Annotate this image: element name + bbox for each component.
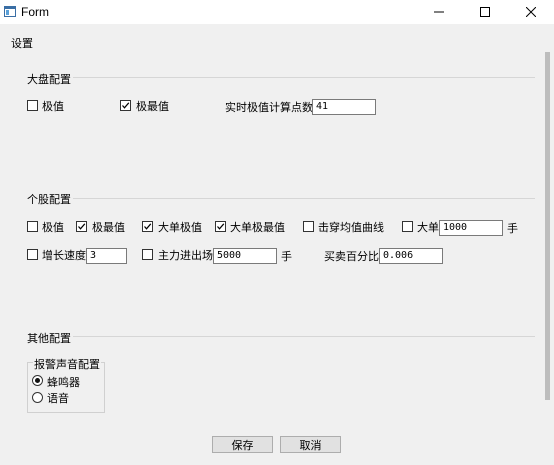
- big-order-unit: 手: [507, 222, 518, 235]
- section-other-title: 其他配置: [27, 332, 71, 345]
- buzzer-radio[interactable]: [32, 375, 43, 386]
- stock-extreme-checkbox[interactable]: [27, 221, 38, 232]
- big-order-extreme-checkbox[interactable]: [142, 221, 153, 232]
- stock-extreme-label: 极值: [42, 221, 64, 234]
- stock-max-extreme-label: 极最值: [92, 221, 125, 234]
- title-bar[interactable]: Form: [0, 0, 554, 24]
- voice-radio-label: 语音: [47, 392, 69, 405]
- market-extreme-checkbox[interactable]: [27, 100, 38, 111]
- app-icon: [4, 6, 16, 17]
- main-in-out-unit: 手: [281, 250, 292, 263]
- growth-speed-input[interactable]: 3: [86, 248, 127, 264]
- big-order-max-extreme-label: 大单极最值: [230, 221, 285, 234]
- buy-sell-pct-label: 买卖百分比: [324, 250, 379, 263]
- market-max-extreme-label: 极最值: [136, 100, 169, 113]
- main-in-out-label: 主力进出场: [158, 249, 213, 262]
- radio-selected-dot: [35, 378, 40, 383]
- voice-radio[interactable]: [32, 392, 43, 403]
- stock-max-extreme-checkbox[interactable]: [76, 221, 87, 232]
- big-order-max-extreme-checkbox[interactable]: [215, 221, 226, 232]
- vertical-scrollbar[interactable]: [545, 52, 550, 400]
- cancel-button[interactable]: 取消: [280, 436, 341, 453]
- main-in-out-checkbox[interactable]: [142, 249, 153, 260]
- checkmark-icon: [78, 223, 86, 230]
- buzzer-radio-label: 蜂鸣器: [47, 376, 80, 389]
- checkmark-icon: [122, 102, 130, 109]
- realtime-points-input[interactable]: 41: [312, 99, 376, 115]
- big-order-checkbox[interactable]: [402, 221, 413, 232]
- realtime-points-label: 实时极值计算点数: [225, 101, 313, 114]
- maximize-icon: [480, 7, 490, 17]
- section-divider: [73, 336, 535, 337]
- section-divider: [73, 77, 535, 78]
- growth-speed-label: 增长速度: [42, 249, 86, 262]
- cross-avg-line-checkbox[interactable]: [303, 221, 314, 232]
- big-order-input[interactable]: 1000: [439, 220, 503, 236]
- market-max-extreme-checkbox[interactable]: [120, 100, 131, 111]
- section-divider: [73, 198, 535, 199]
- cross-avg-line-label: 击穿均值曲线: [318, 221, 384, 234]
- minimize-button[interactable]: [416, 0, 462, 24]
- close-button[interactable]: [508, 0, 554, 24]
- alarm-sound-group-title: 报警声音配置: [33, 356, 101, 372]
- growth-speed-checkbox[interactable]: [27, 249, 38, 260]
- save-button[interactable]: 保存: [212, 436, 273, 453]
- big-order-label: 大单: [417, 221, 439, 234]
- buy-sell-pct-input[interactable]: 0.006: [379, 248, 443, 264]
- checkmark-icon: [144, 223, 152, 230]
- checkmark-icon: [217, 223, 225, 230]
- market-extreme-label: 极值: [42, 100, 64, 113]
- big-order-extreme-label: 大单极值: [158, 221, 202, 234]
- section-market-title: 大盘配置: [27, 73, 71, 86]
- section-stock-title: 个股配置: [27, 193, 71, 206]
- window-title: Form: [21, 5, 49, 19]
- close-icon: [526, 7, 536, 17]
- maximize-button[interactable]: [462, 0, 508, 24]
- minimize-icon: [434, 11, 444, 13]
- main-in-out-input[interactable]: 5000: [213, 248, 277, 264]
- page-title: 设置: [11, 37, 33, 50]
